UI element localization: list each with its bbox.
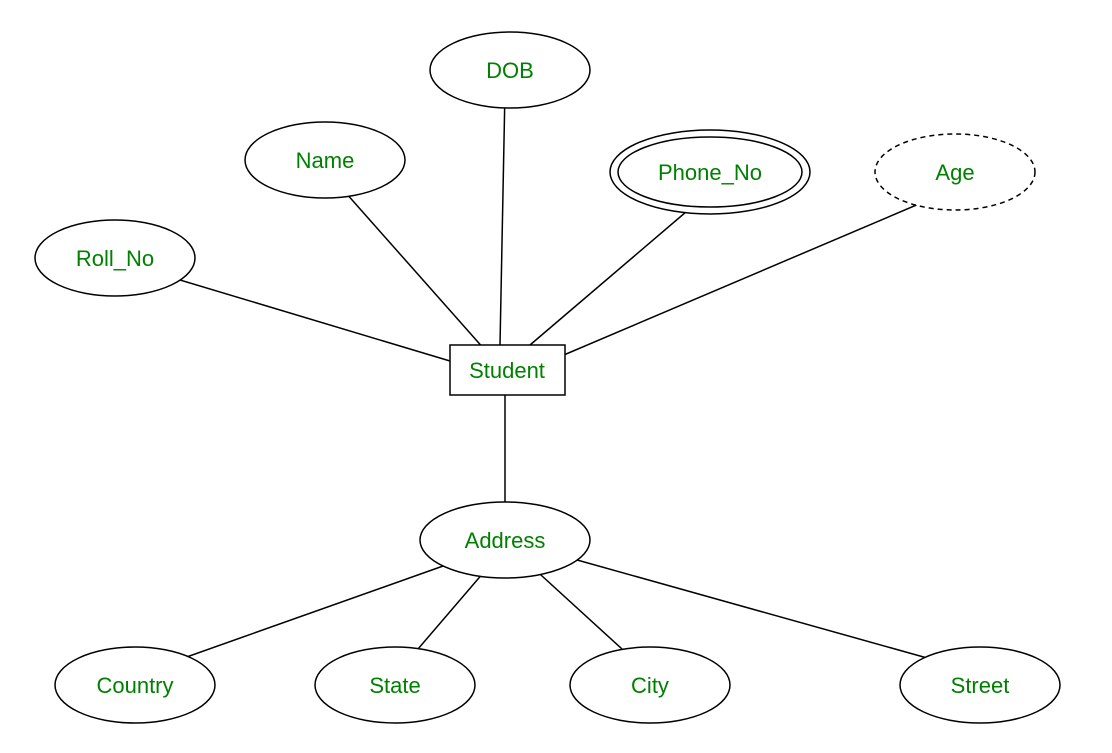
attribute-rollno: Roll_No bbox=[35, 220, 195, 296]
entity-student-label: Student bbox=[469, 358, 545, 383]
attribute-address-label: Address bbox=[465, 528, 546, 553]
attribute-street: Street bbox=[900, 647, 1060, 723]
edge-student-dob bbox=[500, 90, 505, 345]
attribute-rollno-label: Roll_No bbox=[76, 246, 154, 271]
attribute-age: Age bbox=[875, 134, 1035, 210]
attribute-dob-label: DOB bbox=[486, 58, 534, 83]
edge-student-phoneno bbox=[530, 200, 700, 345]
attribute-city-label: City bbox=[631, 673, 669, 698]
edge-student-name bbox=[330, 175, 485, 350]
attribute-phoneno: Phone_No bbox=[610, 130, 810, 214]
attribute-age-label: Age bbox=[935, 160, 974, 185]
attribute-phoneno-label: Phone_No bbox=[658, 160, 762, 185]
attribute-name: Name bbox=[245, 122, 405, 198]
attribute-country: Country bbox=[55, 647, 215, 723]
attribute-state: State bbox=[315, 647, 475, 723]
attribute-city: City bbox=[570, 647, 730, 723]
attribute-street-label: Street bbox=[951, 673, 1010, 698]
entity-student: Student bbox=[450, 345, 565, 395]
attribute-country-label: Country bbox=[96, 673, 173, 698]
attribute-address: Address bbox=[420, 502, 590, 578]
er-diagram: Student Roll_No Name DOB Phone_No Age Ad… bbox=[0, 0, 1112, 753]
attribute-state-label: State bbox=[369, 673, 420, 698]
attribute-dob: DOB bbox=[430, 32, 590, 108]
attribute-name-label: Name bbox=[296, 148, 355, 173]
